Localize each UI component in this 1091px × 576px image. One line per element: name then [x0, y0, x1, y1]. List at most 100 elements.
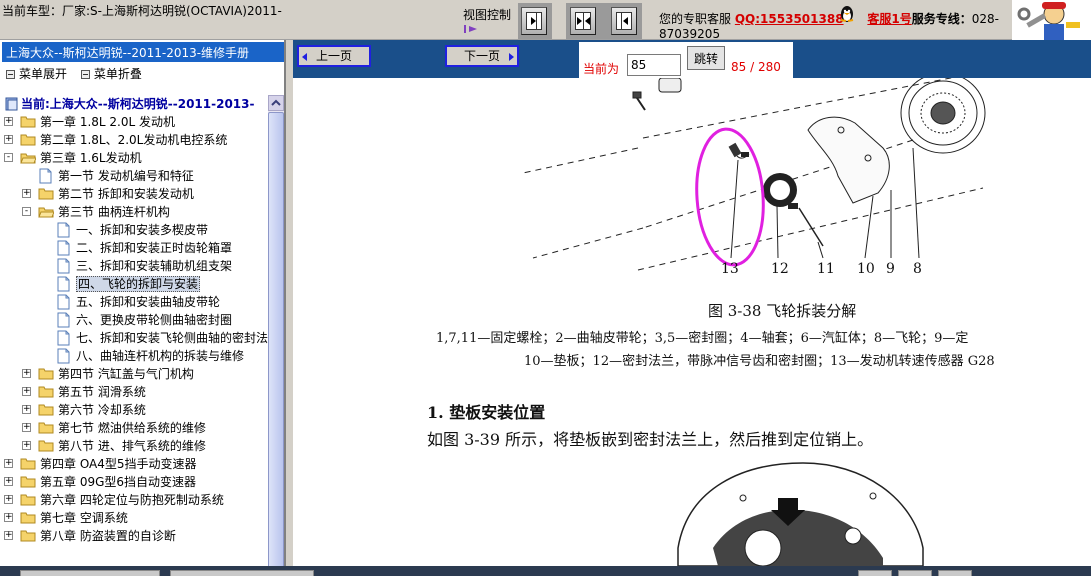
prev-page-label: 上一页 — [315, 49, 352, 63]
page-icon — [39, 168, 52, 184]
page-icon — [57, 240, 70, 256]
menu-collapse-button[interactable]: 菜单折叠 — [80, 67, 142, 81]
tree-item-label: 四、飞轮的拆卸与安装 — [76, 276, 201, 292]
folder-icon — [20, 511, 36, 524]
tree-item-label: 第三节 曲柄连杆机构 — [58, 205, 170, 219]
hotline-number-head: 028- — [971, 12, 999, 26]
page-icon — [57, 258, 70, 274]
figure-3-39-part — [677, 462, 924, 566]
tree-item-label: 六、更换皮带轮侧曲轴密封圈 — [76, 313, 233, 327]
paragraph: 如图 3-39 所示，将垫板嵌到密封法兰上，然后推到定位销上。 — [427, 430, 874, 449]
expand-toggle-icon[interactable]: + — [22, 423, 31, 432]
folder-icon — [20, 493, 36, 506]
customer-service-info: 您的专职客服 QQ:1553501388 客服1号服务专线：028- — [659, 10, 999, 27]
menu-expand-button[interactable]: 菜单展开 — [6, 67, 67, 81]
taskbar-tab-4[interactable] — [898, 570, 932, 576]
view-right-panel-button[interactable] — [611, 7, 637, 35]
expand-toggle-icon[interactable]: + — [4, 459, 13, 468]
figure-legend-line1: 1,7,11—固定螺栓；2—曲轴皮带轮；3,5—密封圈；4—轴套；6—汽缸体；8… — [436, 331, 969, 346]
page-count: 85 / 280 — [731, 60, 781, 74]
expand-toggle-icon[interactable]: + — [4, 495, 13, 504]
scroll-thumb[interactable] — [268, 112, 284, 568]
expand-toggle-icon[interactable]: + — [4, 135, 13, 144]
folder-icon — [38, 385, 54, 398]
next-page-button[interactable]: 下一页 — [445, 45, 519, 67]
service-prefix: 您的专职客服 — [659, 12, 732, 26]
figure-caption: 图 3-38 飞轮拆装分解 — [708, 302, 857, 320]
tree-scrollbar[interactable] — [268, 95, 284, 576]
view-left-panel-button[interactable] — [521, 7, 547, 35]
speed-sensor-part — [728, 142, 750, 159]
section-title: 1. 垫板安装位置 — [427, 403, 546, 422]
page-number-input[interactable] — [627, 54, 681, 76]
tree-item-label: 第五节 润滑系统 — [58, 385, 146, 399]
tree-item-label: 第七节 燃油供给系统的维修 — [58, 421, 206, 435]
app-window: 当前车型：厂家:S-上海斯柯达明锐(OCTAVIA)2011- 视图控制 您的专… — [0, 0, 1091, 576]
expand-toggle-icon[interactable]: + — [4, 513, 13, 522]
page-icon — [57, 222, 70, 238]
taskbar-tab-3[interactable] — [858, 570, 892, 576]
expand-toggle-icon[interactable]: + — [4, 117, 13, 126]
seal-flange-part — [763, 173, 798, 209]
tree-item-label: 第八章 防盗装置的自诊断 — [40, 529, 176, 543]
figure-legend-line2: 10—垫板；12—密封法兰，带脉冲信号齿和密封圈；13—发动机转速传感器 G28 — [524, 354, 995, 369]
kefu-link[interactable]: 客服1号 — [867, 12, 911, 26]
panel-right-icon — [526, 12, 542, 30]
view-split-button[interactable] — [570, 7, 596, 35]
tree-item-label: 七、拆卸和安装飞轮侧曲轴的密封法 — [76, 331, 268, 345]
manual-title: 上海大众--斯柯达明锐--2011-2013-维修手册 — [2, 42, 284, 62]
callout-8: 8 — [913, 261, 922, 277]
panel-split-icon — [575, 12, 591, 30]
menu-collapse-label: 菜单折叠 — [93, 67, 142, 81]
expand-toggle-icon[interactable]: + — [22, 189, 31, 198]
hotline-number-tail: 87039205 — [659, 27, 721, 41]
tree-item-label: 第六章 四轮定位与防抱死制动系统 — [40, 493, 224, 507]
prev-page-button[interactable]: 上一页 — [297, 45, 371, 67]
collapse-toggle-icon[interactable]: - — [22, 207, 31, 216]
tree-item-label: 第二章 1.8L、2.0L发动机电控系统 — [40, 133, 228, 147]
tree-root-label: 当前:上海大众--斯柯达明锐--2011-2013- — [21, 97, 255, 111]
car-model-label: 当前车型：厂家:S-上海斯柯达明锐(OCTAVIA)2011- — [2, 4, 282, 18]
page-icon — [57, 330, 70, 346]
expand-toggle-icon[interactable]: + — [22, 405, 31, 414]
qq-link[interactable]: QQ:1553501388 — [735, 12, 844, 26]
tree-item-label: 第六节 冷却系统 — [58, 403, 146, 417]
folder-icon — [38, 187, 54, 200]
expand-icon — [6, 70, 15, 79]
tree-item-label: 第二节 拆卸和安装发动机 — [58, 187, 194, 201]
tree-item-label: 一、拆卸和安装多楔皮带 — [76, 223, 209, 237]
callout-11: 11 — [817, 261, 835, 277]
arrow-right-icon — [509, 53, 514, 61]
taskbar-tab-5[interactable] — [938, 570, 972, 576]
current-page-label: 当前为 — [583, 62, 620, 76]
jump-button[interactable]: 跳转 — [687, 46, 725, 70]
qq-penguin-icon[interactable] — [838, 5, 856, 23]
callout-9: 9 — [886, 261, 895, 277]
expand-toggle-icon[interactable]: + — [22, 369, 31, 378]
page-icon — [57, 294, 70, 310]
expand-toggle-icon[interactable]: + — [22, 387, 31, 396]
folder-icon — [38, 439, 54, 452]
chapter-tree: 当前:上海大众--斯柯达明锐--2011-2013- + 第一章 1.8L 2.0L… — [4, 95, 268, 576]
flywheel-part — [900, 78, 986, 154]
tree-item-label: 第八节 进、排气系统的维修 — [58, 439, 206, 453]
tree-item-label: 八、曲轴连杆机构的拆装与维修 — [76, 349, 245, 363]
view-control-label: 视图控制 — [463, 8, 512, 22]
taskbar-tab-2[interactable] — [170, 570, 314, 576]
document-page: 13 12 11 10 9 8 图 3-38 飞轮拆装分解 1,7,11—固定螺… — [293, 78, 1091, 566]
collapse-toggle-icon[interactable]: - — [4, 153, 13, 162]
tree-item-label: 第一章 1.8L 2.0L 发动机 — [40, 115, 175, 129]
book-icon — [4, 96, 20, 111]
mascot-mechanic-icon — [1012, 0, 1091, 40]
expand-toggle-icon[interactable]: + — [4, 477, 13, 486]
top-toolbar: 当前车型：厂家:S-上海斯柯达明锐(OCTAVIA)2011- 视图控制 您的专… — [0, 0, 1091, 41]
taskbar-tab-1[interactable] — [20, 570, 160, 576]
folder-icon — [20, 529, 36, 542]
folder-icon — [38, 205, 55, 218]
scroll-up-arrow[interactable] — [268, 95, 284, 111]
expand-toggle-icon[interactable]: + — [22, 441, 31, 450]
callout-12: 12 — [771, 261, 789, 277]
page-icon — [57, 276, 70, 292]
page-icon — [57, 312, 70, 328]
expand-toggle-icon[interactable]: + — [4, 531, 13, 540]
